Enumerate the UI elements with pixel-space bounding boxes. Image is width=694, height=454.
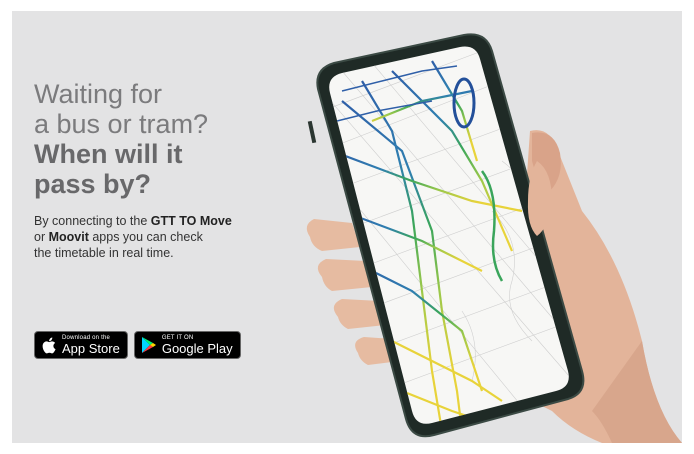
- promo-banner: Waiting for a bus or tram? When will it …: [12, 11, 682, 443]
- google-play-icon: [140, 336, 158, 354]
- headline-line-2: a bus or tram?: [34, 109, 209, 139]
- headline-line-4: pass by?: [34, 169, 152, 199]
- headline-line-3: When will it: [34, 139, 183, 169]
- description-part-3: apps you can check: [88, 230, 203, 244]
- headline: Waiting for a bus or tram? When will it …: [34, 79, 294, 199]
- store-badges: Download on the App Store GET IT ON Goog…: [34, 331, 241, 359]
- text-column: Waiting for a bus or tram? When will it …: [34, 79, 294, 261]
- description-part-4: the timetable in real time.: [34, 246, 174, 260]
- description-part-1: By connecting to the: [34, 214, 151, 228]
- description-part-2: or: [34, 230, 49, 244]
- app-store-button[interactable]: Download on the App Store: [34, 331, 128, 359]
- description: By connecting to the GTT TO Move or Moov…: [34, 213, 284, 261]
- phone-in-hand-illustration: [306, 33, 682, 443]
- google-play-button[interactable]: GET IT ON Google Play: [133, 331, 241, 359]
- apple-icon: [40, 336, 58, 354]
- app-name-gtt: GTT TO Move: [150, 214, 232, 228]
- app-name-moovit: Moovit: [48, 230, 89, 244]
- google-play-label: Google Play: [161, 341, 233, 356]
- app-store-label: App Store: [62, 341, 120, 356]
- headline-line-1: Waiting for: [34, 79, 163, 109]
